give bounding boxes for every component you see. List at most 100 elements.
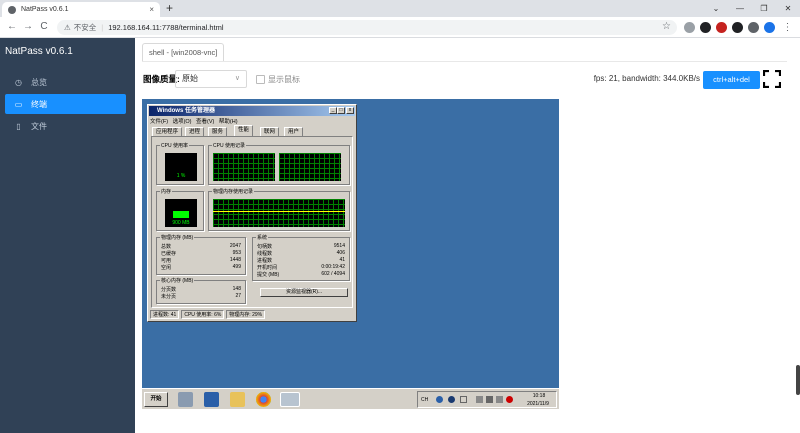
remote-screen[interactable]: Windows 任务管理器 _ □ x 文件(F) 选项(O) 查看(V) 帮助… xyxy=(142,99,559,409)
resource-monitor-button[interactable]: 资源监视器(R)... xyxy=(260,288,348,297)
sidebar-item-files[interactable]: ▯ 文件 xyxy=(5,116,126,136)
chrome-icon[interactable] xyxy=(256,392,271,407)
tab-divider xyxy=(142,61,787,62)
browser-tab[interactable]: NatPass v0.6.1 × xyxy=(2,2,160,17)
phys-value: 1448 xyxy=(229,257,241,263)
show-cursor-label: 显示鼠标 xyxy=(268,75,300,84)
system-row: 进程数 41 xyxy=(257,257,345,264)
powershell-icon[interactable] xyxy=(204,392,219,407)
sidebar-item-terminal[interactable]: ▭ 终端 xyxy=(5,94,126,114)
extension-icon[interactable] xyxy=(700,22,711,33)
memory-history-line xyxy=(213,211,345,212)
monitor-tray-icon[interactable] xyxy=(486,396,493,403)
memory-meter: 900 MB xyxy=(165,199,197,227)
block-extension-icon[interactable] xyxy=(732,22,743,33)
system-value: 41 xyxy=(339,257,345,263)
system-row: 线程数 406 xyxy=(257,250,345,257)
reload-button[interactable]: C xyxy=(38,21,50,33)
file-icon: ▯ xyxy=(16,121,21,131)
minimize-button[interactable]: _ xyxy=(329,107,337,114)
close-tab-icon[interactable]: × xyxy=(149,5,154,14)
tab-networking[interactable]: 联网 xyxy=(260,127,280,136)
profile-avatar[interactable] xyxy=(764,22,775,33)
server-manager-icon[interactable] xyxy=(178,392,193,407)
sidebar: NatPass v0.6.1 ◷ 总览 ▭ 终端 ▯ 文件 xyxy=(0,38,135,433)
phys-row: 已缓存 953 xyxy=(161,250,241,257)
tab-applications[interactable]: 应用程序 xyxy=(152,127,183,136)
tab-search-icon[interactable]: ⌄ xyxy=(704,0,728,17)
tray-icon[interactable] xyxy=(436,396,443,403)
kernel-value: 27 xyxy=(235,293,241,299)
maximize-button[interactable]: □ xyxy=(337,107,345,114)
volume-tray-icon[interactable] xyxy=(496,396,503,403)
cpu-history-graph xyxy=(213,153,275,181)
kernel-key: 分页数 xyxy=(161,287,177,293)
phys-key: 已缓存 xyxy=(161,251,177,257)
kernel-value: 148 xyxy=(232,286,241,292)
phys-value: 499 xyxy=(232,264,241,270)
back-button[interactable]: ← xyxy=(6,21,18,33)
bookmark-star-icon[interactable]: ☆ xyxy=(662,21,671,32)
cpu-history-group: CPU 使用记录 xyxy=(208,142,350,185)
clock-date[interactable]: 2021/11/9 xyxy=(519,401,557,407)
system-key: 线程数 xyxy=(257,251,273,257)
scrollbar-thumb[interactable] xyxy=(796,365,800,395)
show-cursor-checkbox[interactable] xyxy=(256,75,265,84)
flag-tray-icon[interactable] xyxy=(476,396,483,403)
system-value: 9514 xyxy=(333,243,345,249)
fullscreen-icon[interactable] xyxy=(763,70,781,88)
quality-value: 原始 xyxy=(182,74,198,83)
kernel-row: 未分页 27 xyxy=(161,293,241,300)
extension-icon[interactable] xyxy=(684,22,695,33)
sidebar-item-overview[interactable]: ◷ 总览 xyxy=(5,72,126,92)
memory-group: 内存 900 MB xyxy=(156,188,204,231)
menu-dots-icon[interactable]: ⋮ xyxy=(782,22,793,33)
system-value: 0:00:19:42 xyxy=(321,264,345,270)
tab-processes[interactable]: 进程 xyxy=(185,127,205,136)
cpu-usage-group: CPU 使用率 1 % xyxy=(156,142,204,185)
phys-key: 总数 xyxy=(161,244,172,250)
group-label: 内存 xyxy=(160,188,173,195)
task-manager-taskbar-icon[interactable] xyxy=(280,392,300,407)
explorer-folder-icon[interactable] xyxy=(230,392,245,407)
tab-performance[interactable]: 性能 xyxy=(234,125,254,136)
clock-time[interactable]: 10:18 xyxy=(522,393,556,399)
quality-select[interactable]: 原始 ∨ xyxy=(175,70,247,88)
status-processes: 进程数: 41 xyxy=(150,310,180,319)
security-status: 不安全 xyxy=(73,23,97,32)
forward-button[interactable]: → xyxy=(22,21,34,33)
tab-shell[interactable]: shell - [win2008-vnc] xyxy=(142,43,225,61)
menu-options[interactable]: 选项(O) xyxy=(173,119,192,125)
new-tab-button[interactable]: + xyxy=(166,1,173,16)
group-label: 核心内存 (MB) xyxy=(160,277,195,284)
start-button[interactable]: 开始 xyxy=(144,392,168,407)
extension-icon[interactable] xyxy=(748,22,759,33)
url-bar[interactable]: ⚠ 不安全 | 192.168.164.11:7788/terminal.htm… xyxy=(57,20,677,35)
remote-taskbar: 开始 CH 10:18 2021/11/9 xyxy=(142,388,559,409)
system-group: 系统 句柄数 9514 线程数 406 进程数 41 开机时间 0:00:19:42 提… xyxy=(252,234,350,281)
window-title: Windows 任务管理器 xyxy=(149,106,355,116)
monitor-icon: ▭ xyxy=(14,99,23,109)
app-brand: NatPass v0.6.1 xyxy=(5,46,73,57)
menu-view[interactable]: 查看(V) xyxy=(196,119,214,125)
site-favicon-icon xyxy=(8,5,16,14)
ctrl-alt-del-button[interactable]: ctrl+alt+del xyxy=(703,71,760,89)
alert-tray-icon[interactable] xyxy=(506,396,513,403)
cpu-history-graph xyxy=(279,153,341,181)
language-indicator[interactable]: CH xyxy=(421,397,428,403)
network-tray-icon[interactable] xyxy=(460,396,467,403)
system-row: 提交 (MB) 602 / 4094 xyxy=(257,271,345,278)
tab-users[interactable]: 用户 xyxy=(284,127,304,136)
url-separator: | xyxy=(101,23,104,32)
maximize-button[interactable]: ❐ xyxy=(752,0,776,17)
close-window-button[interactable]: ✕ xyxy=(776,0,800,17)
close-button[interactable]: x xyxy=(346,107,354,114)
tab-services[interactable]: 服务 xyxy=(208,127,228,136)
help-tray-icon[interactable] xyxy=(448,396,455,403)
menu-file[interactable]: 文件(F) xyxy=(150,119,168,125)
task-manager-window[interactable]: Windows 任务管理器 _ □ x 文件(F) 选项(O) 查看(V) 帮助… xyxy=(147,104,357,322)
system-row: 开机时间 0:00:19:42 xyxy=(257,264,345,271)
sidebar-item-label: 文件 xyxy=(31,121,47,131)
shield-extension-icon[interactable] xyxy=(716,22,727,33)
minimize-button[interactable]: — xyxy=(728,0,752,17)
